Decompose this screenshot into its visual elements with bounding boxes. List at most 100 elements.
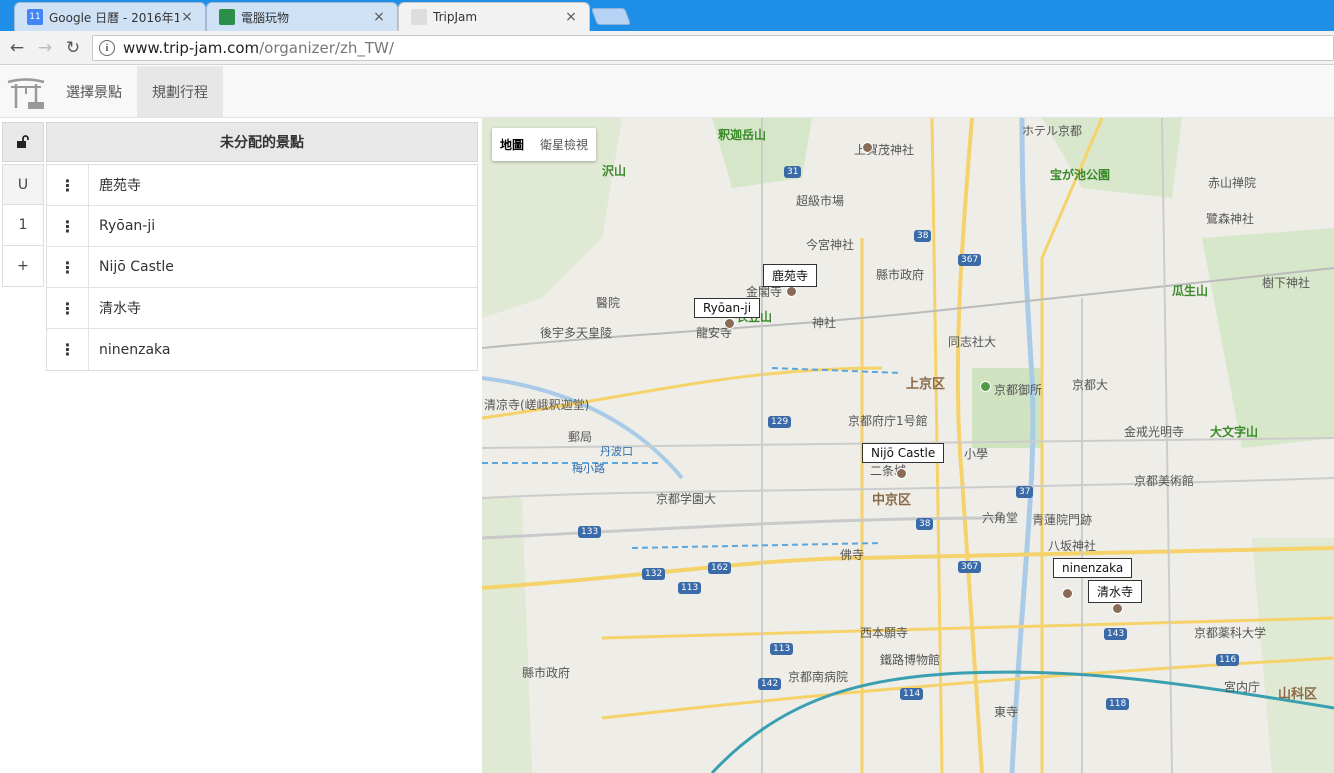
place-label: 樹下神社 bbox=[1262, 276, 1311, 290]
station-label: 梅小路 bbox=[572, 462, 605, 475]
place-label: 京都美術館 bbox=[1134, 474, 1195, 488]
place-label: 縣市政府 bbox=[876, 268, 925, 282]
place-label: 神社 bbox=[812, 316, 837, 330]
map-marker-ryoanji[interactable]: Ryōan-ji bbox=[694, 298, 761, 318]
route-shield: 118 bbox=[1106, 698, 1130, 710]
spot-label: 清水寺 bbox=[99, 301, 141, 317]
close-icon[interactable]: × bbox=[179, 9, 195, 25]
url-path: /organizer/zh_TW/ bbox=[259, 39, 394, 57]
temple-icon bbox=[786, 286, 797, 297]
drag-handle-icon[interactable]: ⋮ bbox=[47, 165, 89, 205]
browser-tabstrip: 11 Google 日曆 - 2016年12 × 電腦玩物 × TripJam … bbox=[0, 0, 1334, 31]
place-label: 今宮神社 bbox=[806, 238, 855, 252]
place-label: 金戒光明寺 bbox=[1124, 425, 1185, 439]
station-label: 丹波口 bbox=[600, 445, 633, 458]
tab-google-calendar[interactable]: 11 Google 日曆 - 2016年12 × bbox=[14, 2, 206, 31]
route-shield: 367 bbox=[958, 254, 982, 266]
list-item[interactable]: ⋮ ninenzaka bbox=[47, 329, 477, 370]
route-shield: 133 bbox=[578, 526, 602, 538]
tab-tripjam[interactable]: TripJam × bbox=[398, 2, 590, 31]
list-item[interactable]: ⋮ Nijō Castle bbox=[47, 247, 477, 288]
route-shield: 114 bbox=[900, 688, 924, 700]
route-shield: 113 bbox=[770, 643, 794, 655]
place-label: 清凉寺(嵯峨釈迦堂) bbox=[484, 398, 590, 412]
place-label: 釈迦岳山 bbox=[718, 128, 767, 142]
map-marker-nijo-castle[interactable]: Nijō Castle bbox=[862, 443, 945, 463]
calendar-icon: 11 bbox=[27, 9, 43, 25]
nav-select-spots[interactable]: 選擇景點 bbox=[51, 66, 137, 117]
tripjam-logo-icon[interactable] bbox=[6, 76, 46, 112]
route-shield: 116 bbox=[1216, 654, 1240, 666]
shrine-icon bbox=[862, 142, 873, 153]
map-view[interactable]: 地圖 衛星檢視 上京区 中京区 山科区 釈迦岳山 上賀茂神社 沢山 超級市場 今… bbox=[482, 118, 1334, 773]
tab-label: 電腦玩物 bbox=[241, 10, 290, 25]
browser-toolbar: ← → ↻ i www.trip-jam.com/organizer/zh_TW… bbox=[0, 31, 1334, 65]
close-icon[interactable]: × bbox=[563, 9, 579, 25]
place-label: 京都大 bbox=[1072, 378, 1109, 392]
map-marker-kiyomizudera[interactable]: 清水寺 bbox=[1088, 580, 1143, 603]
place-label: 青蓮院門跡 bbox=[1032, 513, 1093, 527]
spot-label: Ryōan-ji bbox=[99, 218, 156, 234]
drag-handle-icon[interactable]: ⋮ bbox=[47, 206, 89, 246]
temple-icon bbox=[724, 318, 735, 329]
place-label: 鷺森神社 bbox=[1206, 212, 1255, 226]
route-shield: 37 bbox=[1016, 486, 1034, 498]
lock-toggle[interactable] bbox=[2, 122, 44, 162]
map-marker-ninenzaka[interactable]: ninenzaka bbox=[1053, 558, 1133, 578]
map-type-map[interactable]: 地圖 bbox=[492, 128, 532, 161]
day-1[interactable]: 1 bbox=[2, 205, 44, 246]
place-label: 鐵路博物館 bbox=[880, 653, 941, 667]
spot-label: 鹿苑寺 bbox=[99, 178, 141, 194]
drag-handle-icon[interactable]: ⋮ bbox=[47, 247, 89, 287]
day-unassigned[interactable]: U bbox=[2, 164, 44, 205]
url-host: www.trip-jam.com bbox=[123, 39, 260, 57]
site-icon bbox=[219, 9, 235, 25]
back-button[interactable]: ← bbox=[6, 37, 28, 59]
route-shield: 367 bbox=[958, 561, 982, 573]
unlock-icon bbox=[17, 135, 29, 148]
nav-plan-itinerary[interactable]: 規劃行程 bbox=[137, 66, 223, 117]
place-label: 東寺 bbox=[994, 705, 1019, 719]
address-bar[interactable]: i www.trip-jam.com/organizer/zh_TW/ bbox=[92, 35, 1334, 61]
place-label: 八坂神社 bbox=[1048, 539, 1097, 553]
place-label: 後宇多天皇陵 bbox=[540, 326, 613, 340]
castle-icon bbox=[896, 468, 907, 479]
place-label: 醫院 bbox=[596, 296, 621, 310]
map-marker-rokuonji[interactable]: 鹿苑寺 bbox=[763, 264, 818, 287]
map-type-satellite[interactable]: 衛星檢視 bbox=[532, 128, 596, 161]
map-type-control: 地圖 衛星檢視 bbox=[492, 128, 597, 161]
route-shield: 38 bbox=[916, 518, 934, 530]
place-label: ホテル京都 bbox=[1022, 124, 1083, 138]
close-icon[interactable]: × bbox=[371, 9, 387, 25]
itinerary-panel: 未分配的景點 U 1 + ⋮ 鹿苑寺 ⋮ Ryōan-ji ⋮ Nijō Cas… bbox=[0, 118, 482, 773]
drag-handle-icon[interactable]: ⋮ bbox=[47, 329, 89, 370]
route-shield: 162 bbox=[708, 562, 732, 574]
tab-label: TripJam bbox=[433, 10, 478, 24]
place-label: 縣市政府 bbox=[522, 666, 571, 680]
route-shield: 132 bbox=[642, 568, 666, 580]
place-label: 赤山禅院 bbox=[1208, 176, 1257, 190]
drag-handle-icon[interactable]: ⋮ bbox=[47, 288, 89, 328]
place-label: 京都薬科大学 bbox=[1194, 626, 1267, 640]
place-label: 同志社大 bbox=[948, 335, 997, 349]
reload-button[interactable]: ↻ bbox=[62, 37, 84, 59]
district-label: 中京区 bbox=[872, 493, 912, 508]
info-icon[interactable]: i bbox=[99, 40, 115, 56]
place-label: 大文字山 bbox=[1210, 425, 1259, 439]
add-day-button[interactable]: + bbox=[2, 246, 44, 287]
place-label: 佛寺 bbox=[840, 548, 865, 562]
route-shield: 143 bbox=[1104, 628, 1128, 640]
place-label: 宝が池公園 bbox=[1050, 168, 1111, 182]
forward-button[interactable]: → bbox=[34, 37, 56, 59]
app-navbar: 選擇景點 規劃行程 bbox=[0, 66, 1334, 118]
route-shield: 129 bbox=[768, 416, 792, 428]
day-column: U 1 + bbox=[2, 164, 44, 287]
park-icon bbox=[980, 381, 991, 392]
place-label: 京都学園大 bbox=[656, 492, 717, 506]
new-tab-button[interactable] bbox=[590, 8, 632, 25]
list-item[interactable]: ⋮ 清水寺 bbox=[47, 288, 477, 329]
list-item[interactable]: ⋮ Ryōan-ji bbox=[47, 206, 477, 247]
list-item[interactable]: ⋮ 鹿苑寺 bbox=[47, 165, 477, 206]
temple-icon bbox=[1062, 588, 1073, 599]
tab-computer-toys[interactable]: 電腦玩物 × bbox=[206, 2, 398, 31]
